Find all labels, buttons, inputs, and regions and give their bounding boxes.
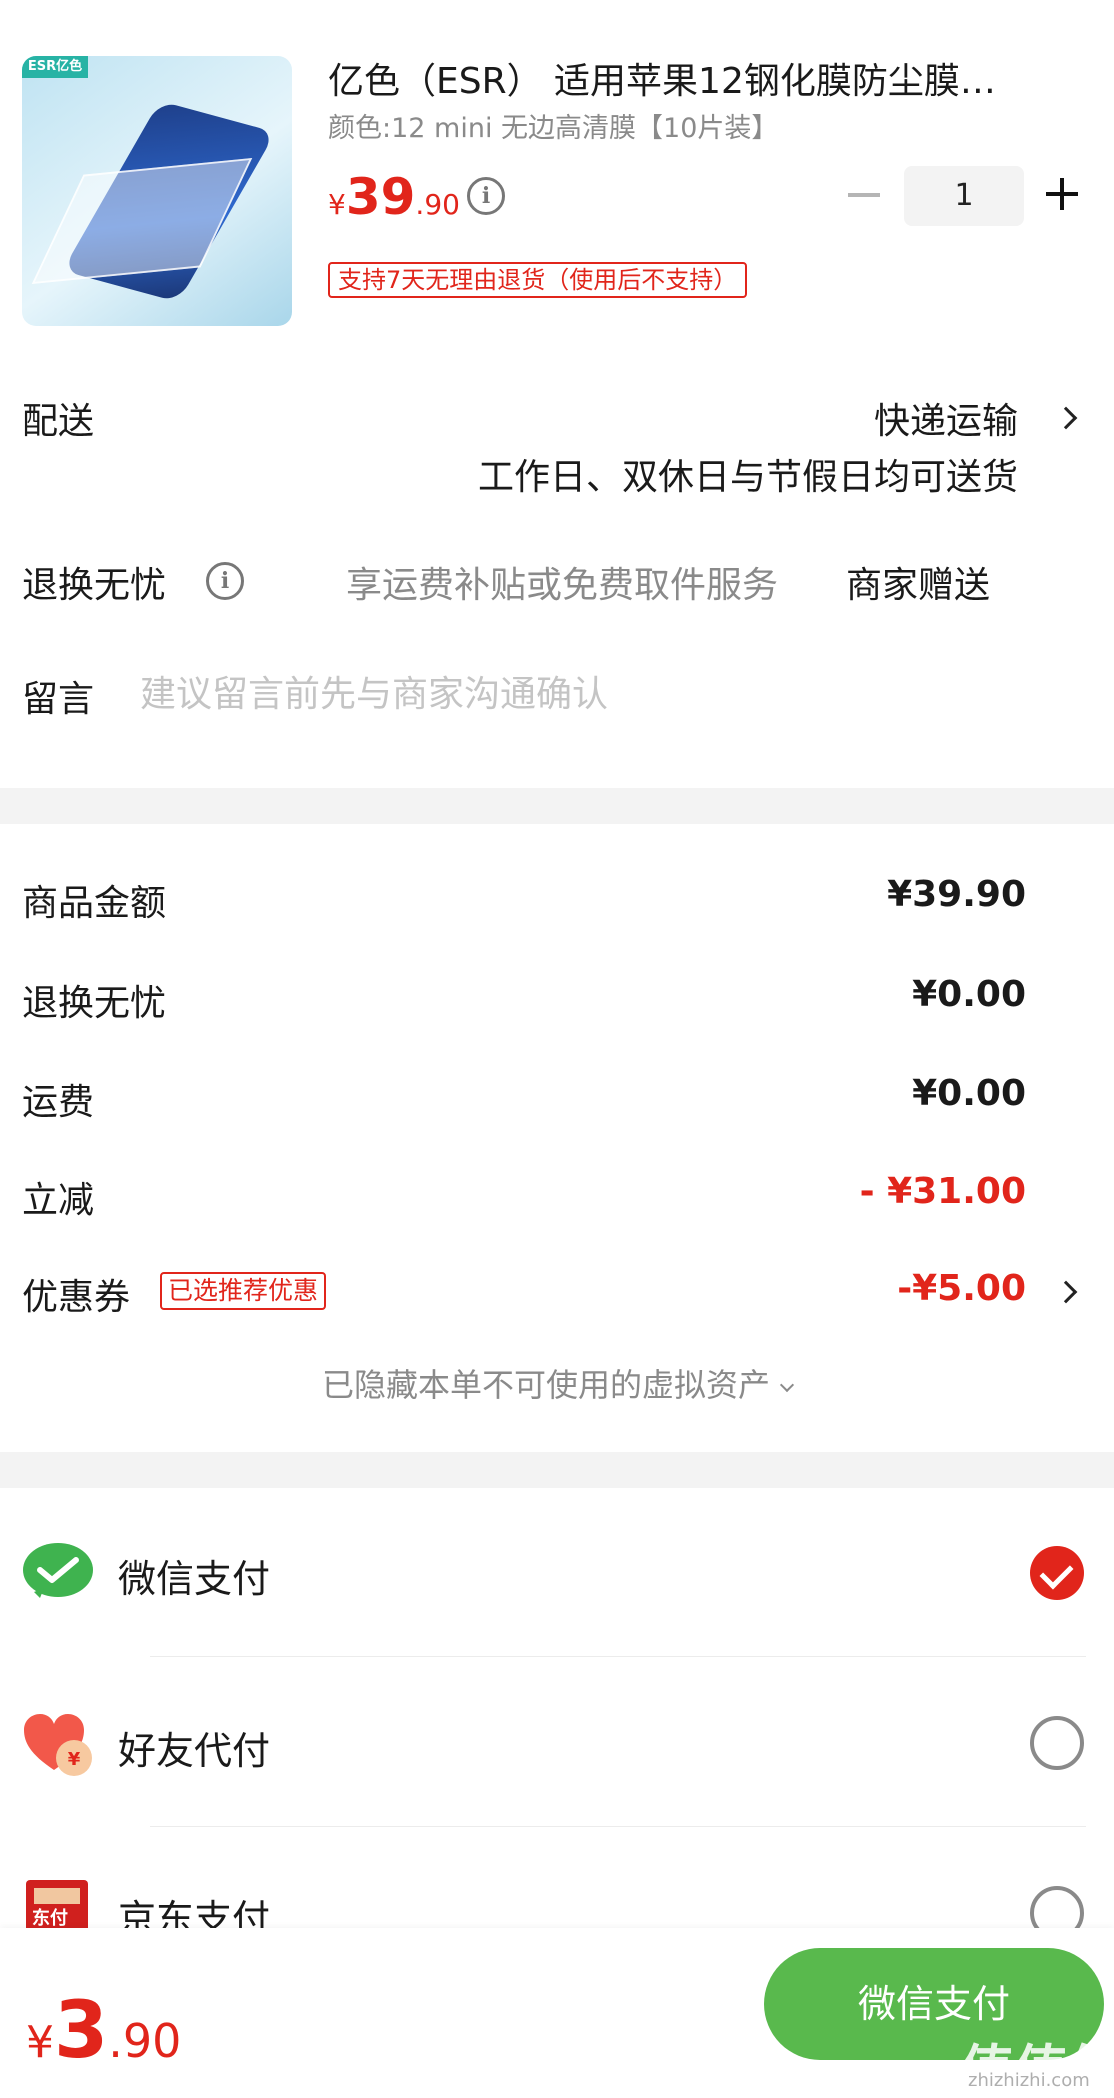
hidden-assets-toggle[interactable]: 已隐藏本单不可使用的虚拟资产 [0,1360,1114,1406]
brand-logo: ESR亿色 [22,56,88,78]
total-currency: ¥ [26,2017,54,2068]
shipping-fee-label: 运费 [22,1082,95,1123]
quantity-decrease-button[interactable] [848,180,882,210]
service-label: 退换无忧 [22,565,167,606]
product-price: ¥39.90 [328,168,460,226]
service-fee-label: 退换无忧 [22,983,167,1024]
total-amount: ¥3.90 [26,1986,181,2076]
hidden-assets-text: 已隐藏本单不可使用的虚拟资产 [321,1366,770,1404]
service-value: 商家赠送 [846,565,991,606]
discount-label: 立减 [22,1180,95,1221]
coupon-status-badge: 已选推荐优惠 [160,1272,327,1310]
chevron-down-icon [779,1377,795,1393]
service-description: 享运费补贴或免费取件服务 [346,565,779,606]
svg-text:¥: ¥ [68,1749,81,1770]
wechat-pay-icon [23,1543,93,1598]
total-integer: 3 [54,1986,109,2076]
goods-amount-label: 商品金额 [22,883,167,924]
section-divider [0,788,1114,824]
list-divider [150,1656,1086,1657]
service-info-icon[interactable]: i [206,562,244,600]
watermark-url: zhizhizhi.com [968,2070,1090,2091]
product-title[interactable]: 亿色（ESR） 适用苹果12钢化膜防尘膜… [328,52,1088,104]
quantity-field[interactable]: 1 [904,166,1024,226]
section-divider [0,1452,1114,1488]
price-decimal: .90 [415,188,460,221]
return-policy-badge: 支持7天无理由退货（使用后不支持） [328,262,748,298]
total-decimal: .90 [108,2014,182,2068]
jd-pay-icon: 东付 [26,1880,88,1932]
delivery-label: 配送 [22,401,95,442]
price-integer: 39 [345,168,416,226]
delivery-note: 工作日、双休日与节假日均可送货 [477,457,1018,498]
friend-pay-icon: ¥ [24,1714,92,1776]
coupon-value[interactable]: -¥5.00 [897,1268,1026,1309]
message-input[interactable] [140,666,1080,722]
list-divider [150,1826,1086,1827]
product-spec[interactable]: 颜色:12 mini 无边高清膜【10片装】 [328,106,778,145]
coupon-label[interactable]: 优惠券 [22,1268,130,1320]
price-currency: ¥ [328,188,346,221]
payment-option-label[interactable]: 好友代付 [118,1720,270,1775]
chevron-right-icon[interactable] [1054,406,1078,430]
discount-value: - ¥31.00 [859,1171,1026,1212]
goods-amount-value: ¥39.90 [887,874,1026,915]
chevron-right-icon[interactable] [1054,1280,1078,1304]
checkout-bar: ¥3.90 微信支付 值值值 zhizhizhi.com [0,1928,1114,2098]
service-fee-value: ¥0.00 [912,974,1026,1015]
screen-protector-graphic [31,157,253,285]
quantity-increase-button[interactable] [1046,178,1078,210]
product-card: ESR亿色 亿色（ESR） 适用苹果12钢化膜防尘膜… 颜色:12 mini 无… [0,0,1114,350]
message-label: 留言 [22,679,95,720]
wechat-pay-radio[interactable] [1030,1546,1084,1600]
friend-pay-radio[interactable] [1030,1716,1084,1770]
delivery-method[interactable]: 快递运输 [874,392,1018,444]
jd-pay-icon-text: 东付 [32,1908,68,1929]
product-image[interactable]: ESR亿色 [22,56,292,326]
payment-option-label[interactable]: 微信支付 [118,1548,270,1603]
price-info-icon[interactable]: i [467,177,505,215]
shipping-fee-value: ¥0.00 [912,1073,1026,1114]
